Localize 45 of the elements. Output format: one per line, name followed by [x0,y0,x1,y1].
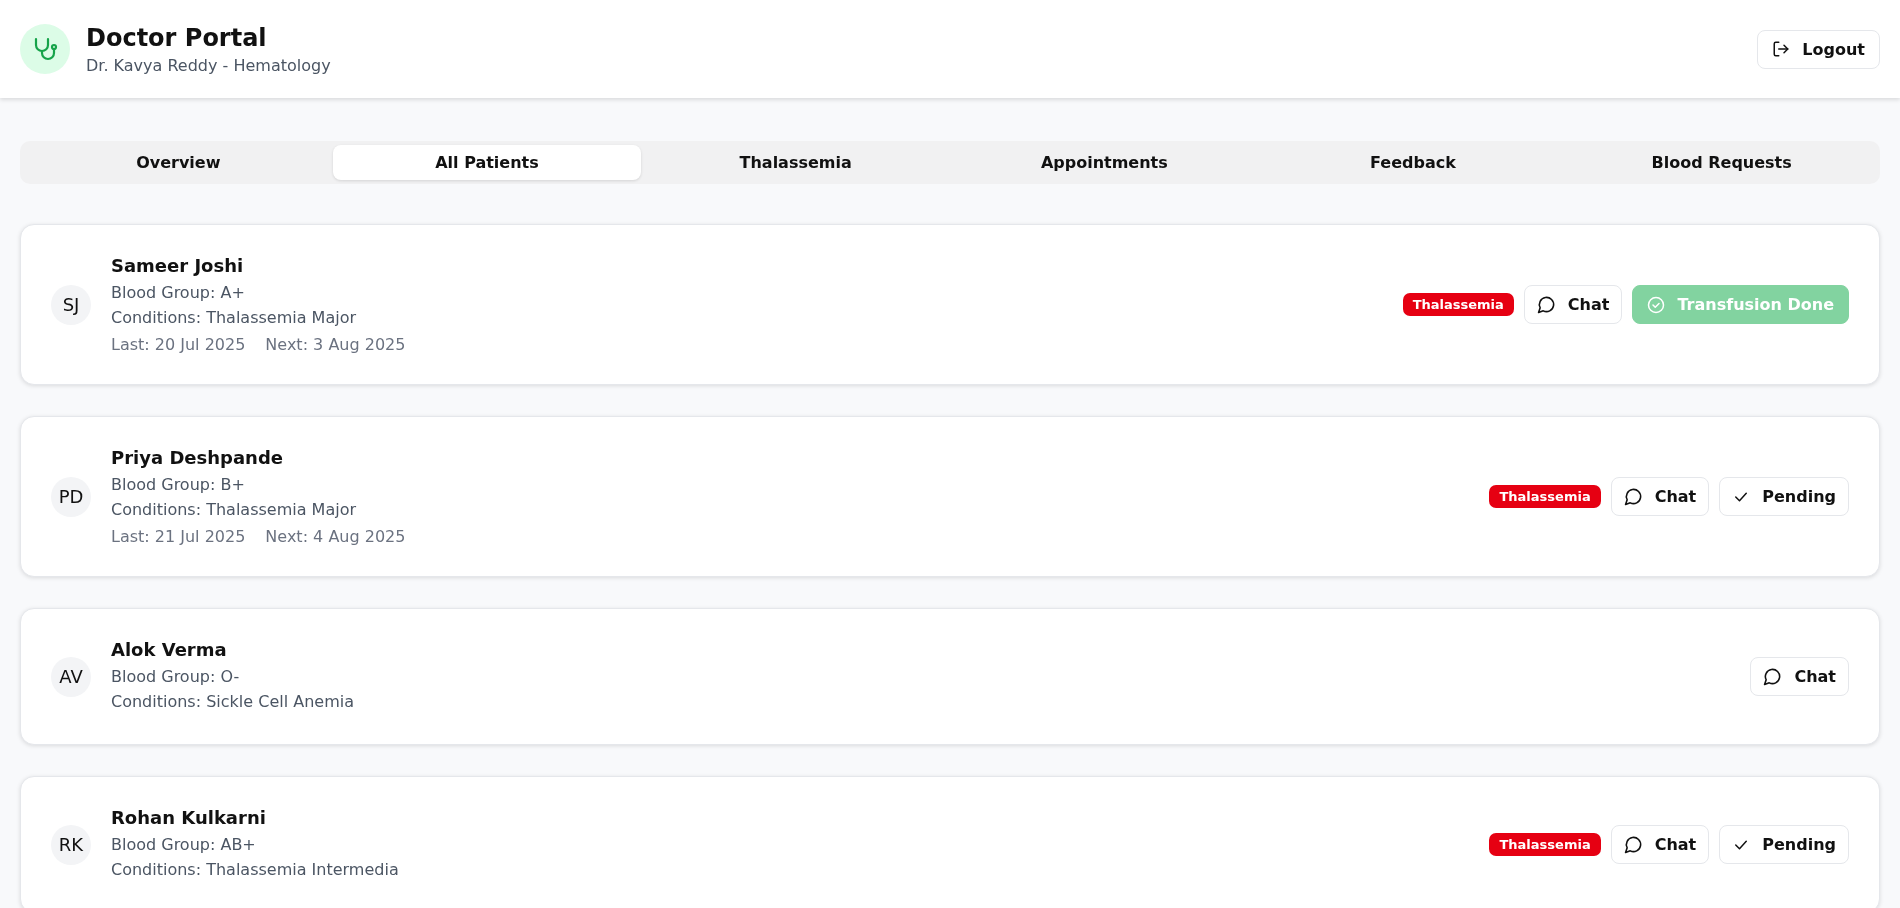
logout-icon [1772,40,1791,58]
doctor-name: Dr. Kavya Reddy - Hematology [86,55,331,75]
chat-bubble-icon [1763,667,1783,686]
chat-bubble-icon [1623,835,1643,854]
chat-button[interactable]: Chat [1610,477,1710,516]
patient-name: Rohan Kulkarni [111,807,267,828]
condition-badge: Thalassemia [1489,833,1601,856]
conditions: Conditions: Sickle Cell Anemia [111,691,354,713]
patient-name: Sameer Joshi [111,255,245,276]
patient-avatar: AV [51,656,91,697]
condition-badge: Thalassemia [1402,293,1514,316]
pending-button[interactable]: Pending [1719,477,1849,516]
tab[interactable]: Blood Requests [1567,145,1876,180]
blood-group: Blood Group: A+ [111,280,406,305]
patient-avatar: PD [51,476,91,517]
stethoscope-icon [20,24,70,74]
last-date: Last: 20 Jul 2025 [111,335,246,354]
patient-avatar: SJ [51,284,91,325]
last-date: Last: 21 Jul 2025 [111,527,246,546]
patient-name: Alok Verma [111,639,228,660]
conditions: Conditions: Thalassemia Major [111,307,357,329]
check-circle-icon [1647,295,1666,314]
chat-bubble-icon [1623,487,1643,506]
blood-group: Blood Group: AB+ [111,832,399,857]
condition-badge: Thalassemia [1489,485,1601,508]
conditions: Conditions: Thalassemia Major [111,499,357,521]
chat-button[interactable]: Chat [1610,825,1710,864]
tab[interactable]: Feedback [1258,145,1568,180]
next-date: Next: 4 Aug 2025 [265,527,406,546]
tab[interactable]: Appointments [950,145,1259,180]
pending-button[interactable]: Pending [1719,825,1849,864]
tab[interactable]: Overview [24,145,333,180]
logout-button[interactable]: Logout [1757,29,1880,69]
chat-button[interactable]: Chat [1523,285,1623,324]
patient-avatar: RK [51,824,91,865]
tab[interactable]: All Patients [332,145,642,180]
app-title: Doctor Portal [86,23,268,52]
conditions: Conditions: Thalassemia Intermedia [111,859,399,881]
patient-name: Priya Deshpande [111,447,284,468]
chat-button[interactable]: Chat [1750,657,1849,696]
blood-group: Blood Group: B+ [111,472,406,497]
tab[interactable]: Thalassemia [641,145,950,180]
next-date: Next: 3 Aug 2025 [265,335,406,354]
blood-group: Blood Group: O- [111,664,354,689]
chat-bubble-icon [1536,295,1556,314]
